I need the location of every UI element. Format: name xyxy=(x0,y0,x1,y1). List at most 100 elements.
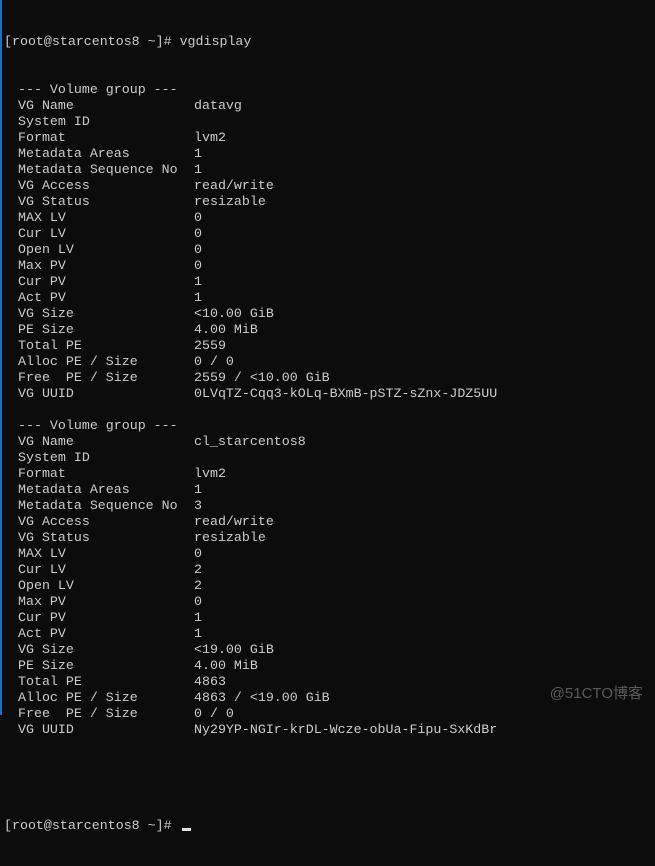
field-value: 1 xyxy=(194,626,202,641)
field-label: VG Status xyxy=(18,530,90,545)
field-value: resizable xyxy=(194,194,266,209)
field-value: 4.00 MiB xyxy=(194,322,258,337)
field-label: Max PV xyxy=(18,594,66,609)
field-row: Metadata Sequence No 3 xyxy=(4,498,655,514)
volume-group-list: --- Volume group --- VG Name datavg System … xyxy=(4,82,655,738)
field-value: 0 xyxy=(194,242,202,257)
field-value: <19.00 GiB xyxy=(194,642,274,657)
field-row: Cur PV 1 xyxy=(4,274,655,290)
field-value: 2559 / <10.00 GiB xyxy=(194,370,330,385)
field-label: Format xyxy=(18,466,66,481)
field-row: VG UUID 0LVqTZ-Cqq3-kOLq-BXmB-pSTZ-sZnx-J… xyxy=(4,386,655,402)
field-label: VG Name xyxy=(18,434,74,449)
field-label: System ID xyxy=(18,450,90,465)
field-value: Ny29YP-NGIr-krDL-Wcze-obUa-Fipu-SxKdBr xyxy=(194,722,498,737)
field-label: Act PV xyxy=(18,290,66,305)
field-row: Act PV 1 xyxy=(4,290,655,306)
field-label: PE Size xyxy=(18,658,74,673)
field-label: VG Size xyxy=(18,642,74,657)
field-value: 1 xyxy=(194,146,202,161)
field-value: 0 xyxy=(194,594,202,609)
field-row: Metadata Areas 1 xyxy=(4,146,655,162)
field-row: PE Size 4.00 MiB xyxy=(4,658,655,674)
field-value: 0LVqTZ-Cqq3-kOLq-BXmB-pSTZ-sZnx-JDZ5UU xyxy=(194,386,498,401)
field-value: 4.00 MiB xyxy=(194,658,258,673)
field-row: VG Name datavg xyxy=(4,98,655,114)
field-label: VG Access xyxy=(18,178,90,193)
field-row: VG Name cl_starcentos8 xyxy=(4,434,655,450)
field-value: 1 xyxy=(194,274,202,289)
field-label: Metadata Sequence No xyxy=(18,498,178,513)
terminal-window[interactable]: [root@starcentos8 ~]# vgdisplay --- Volu… xyxy=(0,0,655,833)
field-value: 2 xyxy=(194,562,202,577)
field-label: MAX LV xyxy=(18,210,66,225)
field-label: VG Status xyxy=(18,194,90,209)
field-row: System ID xyxy=(4,450,655,466)
field-value: <10.00 GiB xyxy=(194,306,274,321)
field-value: cl_starcentos8 xyxy=(194,434,306,449)
field-label: Alloc PE / Size xyxy=(18,690,138,705)
field-label: VG Name xyxy=(18,98,74,113)
field-row: VG Access read/write xyxy=(4,514,655,530)
field-row: VG Access read/write xyxy=(4,178,655,194)
field-row: Metadata Areas 1 xyxy=(4,482,655,498)
text-cursor xyxy=(181,828,191,831)
command-text: vgdisplay xyxy=(179,34,252,49)
field-label: VG UUID xyxy=(18,386,74,401)
field-label: Metadata Areas xyxy=(18,482,130,497)
field-label: Act PV xyxy=(18,626,66,641)
field-row: VG Status resizable xyxy=(4,530,655,546)
field-value: 1 xyxy=(194,610,202,625)
field-row: Act PV 1 xyxy=(4,626,655,642)
field-value: 0 / 0 xyxy=(194,706,234,721)
field-label: Open LV xyxy=(18,242,74,257)
field-label: MAX LV xyxy=(18,546,66,561)
field-value: 0 / 0 xyxy=(194,354,234,369)
field-value: lvm2 xyxy=(194,130,226,145)
watermark: @51CTO博客 xyxy=(549,685,643,702)
prompt: [root@starcentos8 ~]# xyxy=(4,818,180,833)
field-row: System ID xyxy=(4,114,655,130)
field-value: 4863 xyxy=(194,674,226,689)
field-row: Free PE / Size 2559 / <10.00 GiB xyxy=(4,370,655,386)
field-value: read/write xyxy=(194,514,274,529)
field-label: VG Access xyxy=(18,514,90,529)
volume-group-block: --- Volume group --- VG Name datavg System … xyxy=(4,82,655,402)
prompt: [root@starcentos8 ~]# xyxy=(4,34,180,49)
field-row: Open LV 0 xyxy=(4,242,655,258)
field-row: Max PV 0 xyxy=(4,258,655,274)
current-prompt-line[interactable]: [root@starcentos8 ~]# xyxy=(4,818,655,834)
field-row: Cur PV 1 xyxy=(4,610,655,626)
field-row: VG UUID Ny29YP-NGIr-krDL-Wcze-obUa-Fipu-S… xyxy=(4,722,655,738)
field-label: VG UUID xyxy=(18,722,74,737)
field-label: VG Size xyxy=(18,306,74,321)
field-row: Cur LV 2 xyxy=(4,562,655,578)
field-row: VG Size <19.00 GiB xyxy=(4,642,655,658)
field-value: read/write xyxy=(194,178,274,193)
field-row: VG Status resizable xyxy=(4,194,655,210)
field-row: MAX LV 0 xyxy=(4,210,655,226)
field-label: Cur LV xyxy=(18,562,66,577)
field-label: Format xyxy=(18,130,66,145)
field-label: Open LV xyxy=(18,578,74,593)
field-label: Total PE xyxy=(18,674,82,689)
field-row: Format lvm2 xyxy=(4,466,655,482)
field-row: VG Size <10.00 GiB xyxy=(4,306,655,322)
field-value: 0 xyxy=(194,210,202,225)
volume-group-header: --- Volume group --- xyxy=(18,82,178,97)
field-value: 3 xyxy=(194,498,202,513)
field-value: 0 xyxy=(194,258,202,273)
field-label: Free PE / Size xyxy=(18,706,138,721)
field-value: 1 xyxy=(194,162,202,177)
field-row: MAX LV 0 xyxy=(4,546,655,562)
field-label: Cur LV xyxy=(18,226,66,241)
field-label: PE Size xyxy=(18,322,74,337)
field-row: Format lvm2 xyxy=(4,130,655,146)
field-label: Total PE xyxy=(18,338,82,353)
field-value: 2 xyxy=(194,578,202,593)
field-value: lvm2 xyxy=(194,466,226,481)
field-value: resizable xyxy=(194,530,266,545)
field-label: Cur PV xyxy=(18,610,66,625)
